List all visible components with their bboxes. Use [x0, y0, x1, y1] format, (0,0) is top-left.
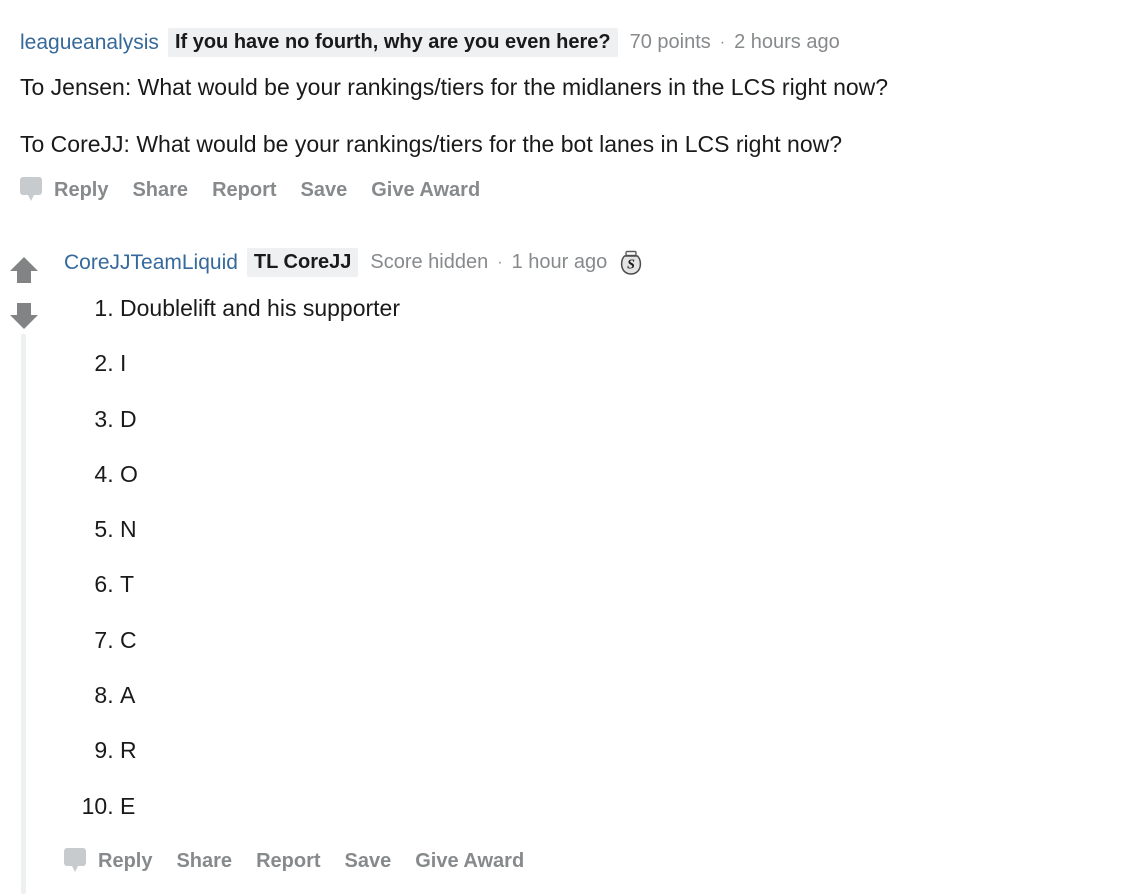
reply-button[interactable]: Reply	[54, 179, 108, 202]
silver-award-icon[interactable]: S	[618, 250, 644, 276]
reply-reply-button[interactable]: Reply	[98, 850, 152, 873]
list-item: I	[120, 350, 820, 376]
reply-save-button[interactable]: Save	[345, 850, 392, 873]
reply-give-award-button[interactable]: Give Award	[415, 850, 524, 873]
comment-header: leagueanalysis If you have no fourth, wh…	[20, 28, 840, 57]
user-flair-badge: If you have no fourth, why are you even …	[167, 28, 618, 57]
reply-comment-bubble-icon	[64, 848, 86, 872]
comment-paragraph-1: To Jensen: What would be your rankings/t…	[20, 74, 889, 100]
list-item: A	[120, 682, 820, 708]
reply-header: CoreJJTeamLiquid TL CoreJJ Score hidden …	[64, 248, 644, 277]
list-item: O	[120, 461, 820, 487]
share-button[interactable]: Share	[132, 179, 188, 202]
report-button[interactable]: Report	[212, 179, 276, 202]
list-item: N	[120, 516, 820, 542]
reply-action-row: Reply Share Report Save Give Award	[64, 848, 524, 874]
save-button[interactable]: Save	[301, 179, 348, 202]
award-letter: S	[627, 257, 635, 272]
reply-report-button[interactable]: Report	[256, 850, 320, 873]
reply-author-link[interactable]: CoreJJTeamLiquid	[64, 251, 238, 275]
comment-timestamp: 2 hours ago	[734, 31, 840, 53]
reply-user-flair-badge: TL CoreJJ	[246, 248, 359, 277]
list-item: T	[120, 572, 820, 598]
reply-timestamp: 1 hour ago	[511, 251, 608, 273]
reply-score: Score hidden	[370, 251, 489, 273]
reply-share-button[interactable]: Share	[176, 850, 232, 873]
comment-action-row: Reply Share Report Save Give Award	[20, 177, 480, 203]
comment-bubble-icon	[20, 177, 42, 201]
list-item: C	[120, 627, 820, 653]
thread-collapse-line[interactable]	[21, 334, 26, 894]
list-item: Doublelift and his supporter	[120, 295, 820, 321]
give-award-button[interactable]: Give Award	[371, 179, 480, 202]
ranking-list: Doublelift and his supporter I D O N T C…	[64, 295, 820, 849]
comment-paragraph-2: To CoreJJ: What would be your rankings/t…	[20, 131, 843, 157]
list-item: D	[120, 406, 820, 432]
upvote-arrow-icon[interactable]	[8, 255, 40, 285]
comment-author-link[interactable]: leagueanalysis	[20, 31, 159, 55]
list-item: R	[120, 738, 820, 764]
comment-score: 70 points	[629, 31, 711, 53]
list-item: E	[120, 793, 820, 819]
downvote-arrow-icon[interactable]	[8, 301, 40, 331]
vote-column	[8, 255, 42, 331]
meta-separator: ·	[719, 33, 726, 51]
reply-meta-separator: ·	[497, 253, 503, 271]
